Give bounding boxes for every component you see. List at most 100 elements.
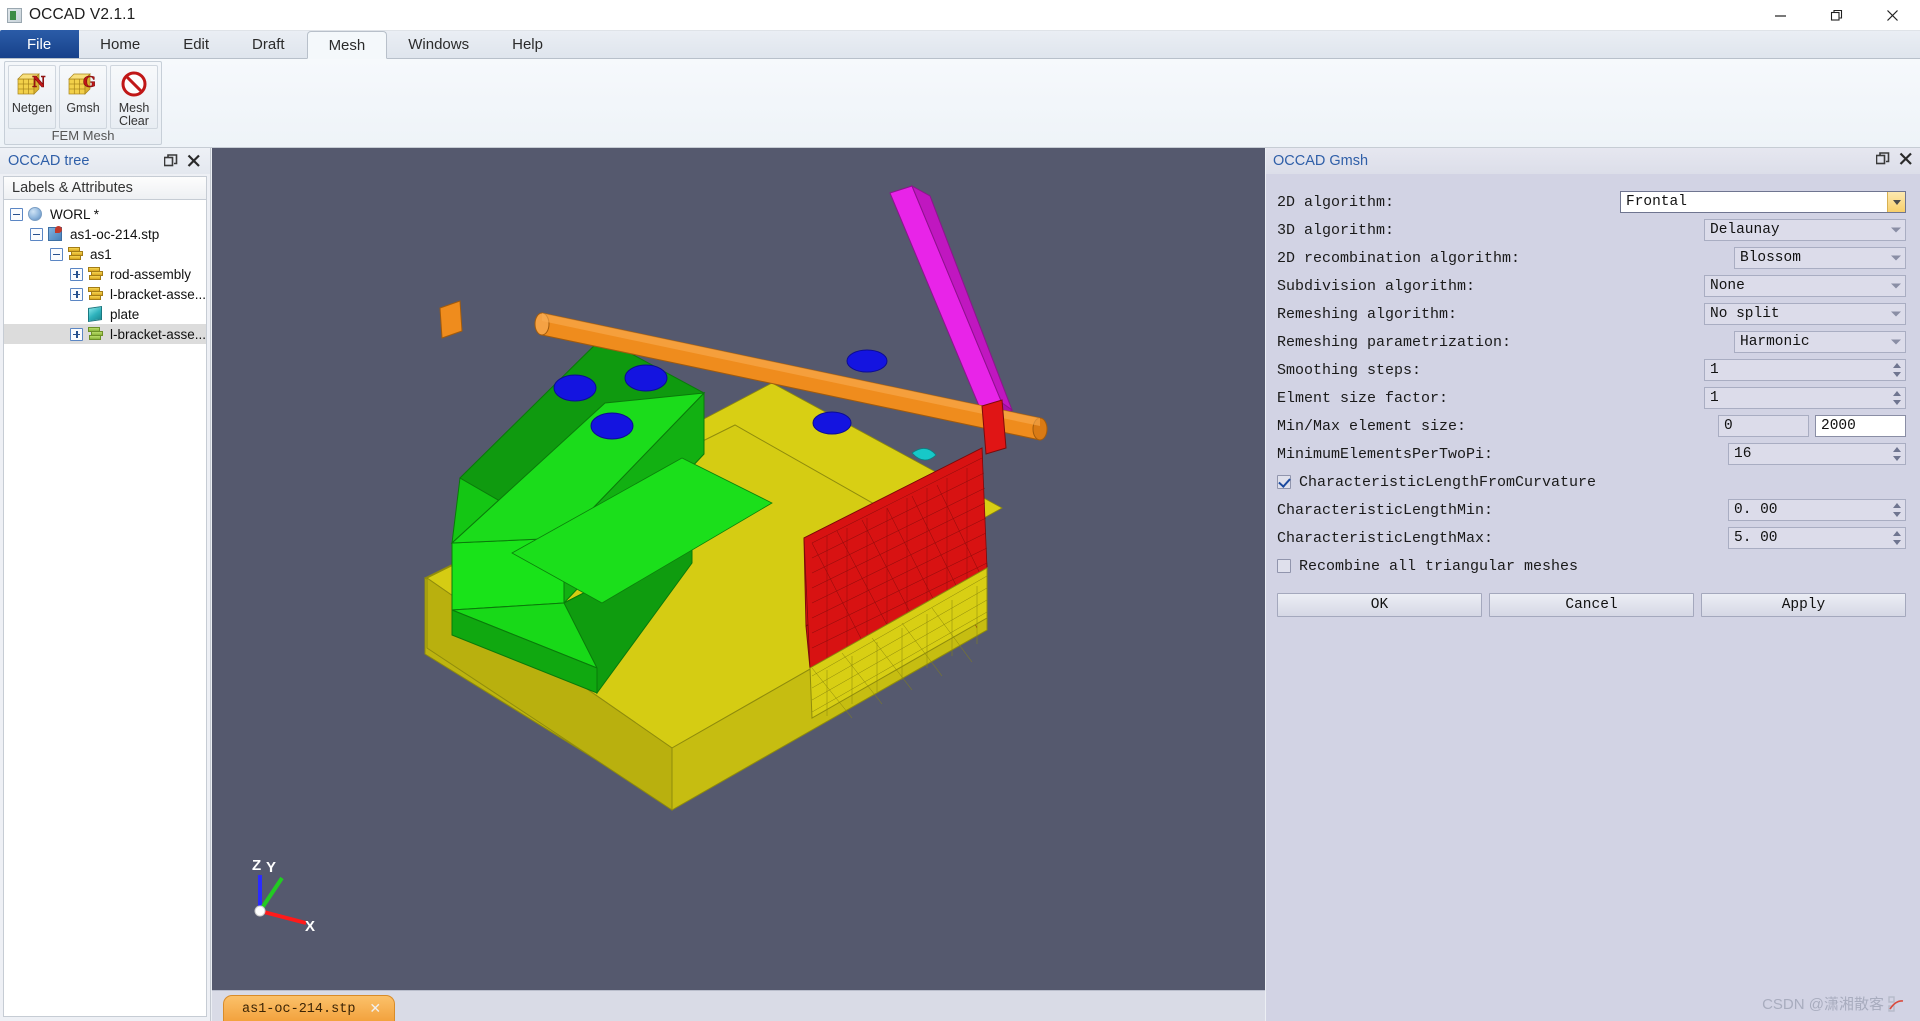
close-button[interactable] xyxy=(1864,0,1920,31)
expander-minus-icon[interactable] xyxy=(30,227,43,241)
tree-item-l-bracket-assembly-2[interactable]: l-bracket-asse... xyxy=(4,324,206,344)
cancel-button[interactable]: Cancel xyxy=(1489,593,1694,617)
characteristic-length-max-spinner[interactable]: 5. 00 xyxy=(1728,527,1906,549)
magenta-plate xyxy=(889,184,1014,424)
chevron-down-icon[interactable] xyxy=(1891,283,1901,289)
recombine-all-triangular-meshes-checkbox[interactable] xyxy=(1277,559,1291,573)
row-recombine-all-triangular-meshes[interactable]: Recombine all triangular meshes xyxy=(1272,552,1906,580)
spinner-up-icon[interactable] xyxy=(1893,447,1901,452)
chevron-down-icon[interactable] xyxy=(1891,311,1901,317)
tab-home[interactable]: Home xyxy=(79,30,162,58)
2d-algorithm-combo[interactable]: Frontal xyxy=(1620,191,1906,213)
smoothing-steps-spinner[interactable]: 1 xyxy=(1704,359,1906,381)
max-element-size-input[interactable]: 2000 xyxy=(1815,415,1906,437)
tree-item-label: plate xyxy=(110,306,140,322)
smoothing-steps-control[interactable]: 1 xyxy=(1704,359,1906,381)
spinner-down-icon[interactable] xyxy=(1893,372,1901,377)
tree-item-step-file[interactable]: as1-oc-214.stp xyxy=(4,224,206,244)
remeshing-algorithm-control[interactable]: No split xyxy=(1704,303,1906,325)
2d-algorithm-control[interactable]: Frontal xyxy=(1620,191,1906,213)
tree-item-plate[interactable]: plate xyxy=(4,304,206,324)
remeshing-algorithm-combo[interactable]: No split xyxy=(1704,303,1906,325)
remeshing-algorithm-value: No split xyxy=(1710,306,1780,322)
expander-minus-icon[interactable] xyxy=(10,207,23,221)
element-size-factor-spinner[interactable]: 1 xyxy=(1704,387,1906,409)
spinner-up-icon[interactable] xyxy=(1893,531,1901,536)
characteristic-length-min-spinner[interactable]: 0. 00 xyxy=(1728,499,1906,521)
apply-button-label: Apply xyxy=(1781,597,1826,613)
expander-plus-icon[interactable] xyxy=(70,287,83,301)
minimum-elements-per-two-pi-spinner[interactable]: 16 xyxy=(1728,443,1906,465)
tree-column-header: Labels & Attributes xyxy=(3,176,207,200)
characteristic-length-max-control[interactable]: 5. 00 xyxy=(1728,527,1906,549)
undock-icon[interactable] xyxy=(1875,151,1890,171)
tab-file[interactable]: File xyxy=(0,30,80,58)
minimum-elements-per-two-pi-control[interactable]: 16 xyxy=(1728,443,1906,465)
csdn-logo-icon xyxy=(1888,995,1904,1012)
characteristic-length-min-control[interactable]: 0. 00 xyxy=(1728,499,1906,521)
tree-item-label: as1 xyxy=(90,246,112,262)
expander-minus-icon[interactable] xyxy=(50,247,63,261)
chevron-down-icon[interactable] xyxy=(1891,227,1901,233)
spinner-down-icon[interactable] xyxy=(1893,512,1901,517)
document-tab-as1[interactable]: as1-oc-214.stp ✕ xyxy=(223,995,396,1021)
tree-item-rod-assembly[interactable]: rod-assembly xyxy=(4,264,206,284)
3d-viewport[interactable]: Z Y X xyxy=(212,148,1265,990)
2d-recombination-algorithm-combo[interactable]: Blossom xyxy=(1734,247,1906,269)
mesh-clear-button[interactable]: Mesh Clear xyxy=(110,65,158,129)
tab-help[interactable]: Help xyxy=(491,30,565,58)
spinner-down-icon[interactable] xyxy=(1893,400,1901,405)
tree-item-l-bracket-assembly-1[interactable]: l-bracket-asse... xyxy=(4,284,206,304)
remeshing-parametrization-combo[interactable]: Harmonic xyxy=(1734,331,1906,353)
tab-mesh[interactable]: Mesh xyxy=(306,31,388,59)
fem-mesh-group: N Netgen G Gmsh Mesh Clear FEM Mesh xyxy=(4,61,162,145)
expander-plus-icon[interactable] xyxy=(70,327,83,341)
characteristic-length-from-curvature-checkbox[interactable] xyxy=(1277,475,1291,489)
3d-algorithm-combo[interactable]: Delaunay xyxy=(1704,219,1906,241)
close-icon[interactable] xyxy=(187,154,201,168)
undock-icon[interactable] xyxy=(164,154,178,168)
tab-windows[interactable]: Windows xyxy=(387,30,491,58)
element-size-factor-control[interactable]: 1 xyxy=(1704,387,1906,409)
spinner-up-icon[interactable] xyxy=(1893,391,1901,396)
apply-button[interactable]: Apply xyxy=(1701,593,1906,617)
spinner-up-icon[interactable] xyxy=(1893,363,1901,368)
restore-button[interactable] xyxy=(1808,0,1864,31)
close-icon[interactable] xyxy=(1899,152,1913,171)
close-icon[interactable]: ✕ xyxy=(369,1001,381,1018)
occad-gmsh-panel: OCCAD Gmsh 2D algorithm: Frontal 3D algo… xyxy=(1266,148,1920,1021)
tab-windows-label: Windows xyxy=(408,35,470,53)
spinner-down-icon[interactable] xyxy=(1893,540,1901,545)
tree-item-label: l-bracket-asse... xyxy=(110,286,207,302)
fem-mesh-group-items: N Netgen G Gmsh Mesh Clear xyxy=(5,62,161,129)
min-element-size-input[interactable]: 0 xyxy=(1718,415,1809,437)
ok-button[interactable]: OK xyxy=(1277,593,1482,617)
gmsh-button[interactable]: G Gmsh xyxy=(59,65,107,129)
remeshing-parametrization-control[interactable]: Harmonic xyxy=(1734,331,1906,353)
subdivision-algorithm-control[interactable]: None xyxy=(1704,275,1906,297)
chevron-down-icon[interactable] xyxy=(1891,255,1901,261)
tab-draft[interactable]: Draft xyxy=(231,30,307,58)
red-small-part xyxy=(981,399,1007,455)
fem-mesh-group-title: FEM Mesh xyxy=(51,128,115,143)
subdivision-algorithm-combo[interactable]: None xyxy=(1704,275,1906,297)
z-axis-label: Z xyxy=(252,857,261,874)
smoothing-steps-label: Smoothing steps: xyxy=(1277,361,1422,379)
tree-body: WORL * as1-oc-214.stp as1 rod-assembly l… xyxy=(3,200,207,1017)
chevron-down-icon[interactable] xyxy=(1887,192,1905,212)
2d-recombination-algorithm-control[interactable]: Blossom xyxy=(1734,247,1906,269)
expander-plus-icon[interactable] xyxy=(70,267,83,281)
ribbon-content: N Netgen G Gmsh Mesh Clear FEM Mesh xyxy=(0,59,1920,147)
tree-item-as1[interactable]: as1 xyxy=(4,244,206,264)
3d-algorithm-control[interactable]: Delaunay xyxy=(1704,219,1906,241)
netgen-button[interactable]: N Netgen xyxy=(8,65,56,129)
chevron-down-icon[interactable] xyxy=(1891,339,1901,345)
row-characteristic-length-from-curvature[interactable]: CharacteristicLengthFromCurvature xyxy=(1272,468,1906,496)
minimize-button[interactable] xyxy=(1752,0,1808,31)
tree-item-world[interactable]: WORL * xyxy=(4,204,206,224)
spinner-up-icon[interactable] xyxy=(1893,503,1901,508)
spinner-down-icon[interactable] xyxy=(1893,456,1901,461)
min-max-element-size-control[interactable]: 0 2000 xyxy=(1718,415,1906,437)
occad-tree-title: OCCAD tree xyxy=(8,153,90,169)
tab-edit[interactable]: Edit xyxy=(162,30,231,58)
